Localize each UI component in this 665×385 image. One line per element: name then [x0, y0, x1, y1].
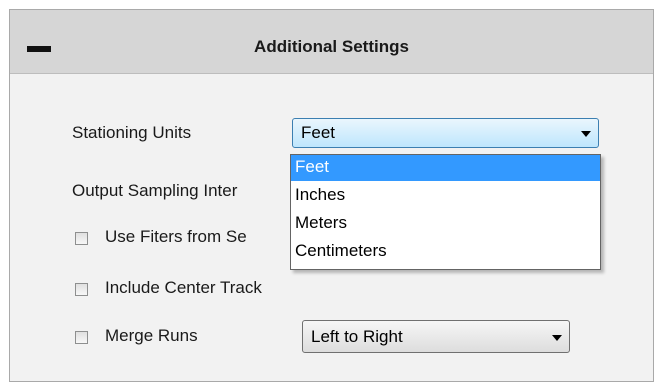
use-filters-label[interactable]: Use Fiters from Se	[105, 227, 290, 247]
output-sampling-label: Output Sampling Inter	[72, 181, 238, 200]
panel-title: Additional Settings	[254, 37, 409, 56]
use-filters-checkbox[interactable]	[75, 232, 88, 245]
center-track-label[interactable]: Include Center Track	[105, 278, 262, 298]
panel-header[interactable]: Additional Settings	[10, 10, 653, 74]
option-meters[interactable]: Meters	[291, 209, 600, 237]
stationing-units-value: Feet	[301, 123, 336, 142]
option-inches[interactable]: Inches	[291, 181, 600, 209]
merge-direction-select[interactable]: Left to Right	[302, 320, 570, 353]
option-centimeters[interactable]: Centimeters	[291, 237, 600, 265]
stationing-units-dropdown: Feet Inches Meters Centimeters	[290, 154, 601, 270]
merge-runs-label[interactable]: Merge Runs	[105, 326, 198, 346]
center-track-checkbox[interactable]	[75, 283, 88, 296]
chevron-down-icon[interactable]	[552, 335, 562, 341]
stationing-units-label: Stationing Units	[72, 123, 192, 142]
stationing-units-select[interactable]: Feet	[292, 118, 599, 148]
option-feet[interactable]: Feet	[291, 155, 600, 181]
chevron-down-icon[interactable]	[581, 131, 591, 137]
merge-direction-value: Left to Right	[311, 327, 403, 346]
merge-runs-checkbox[interactable]	[75, 331, 88, 344]
